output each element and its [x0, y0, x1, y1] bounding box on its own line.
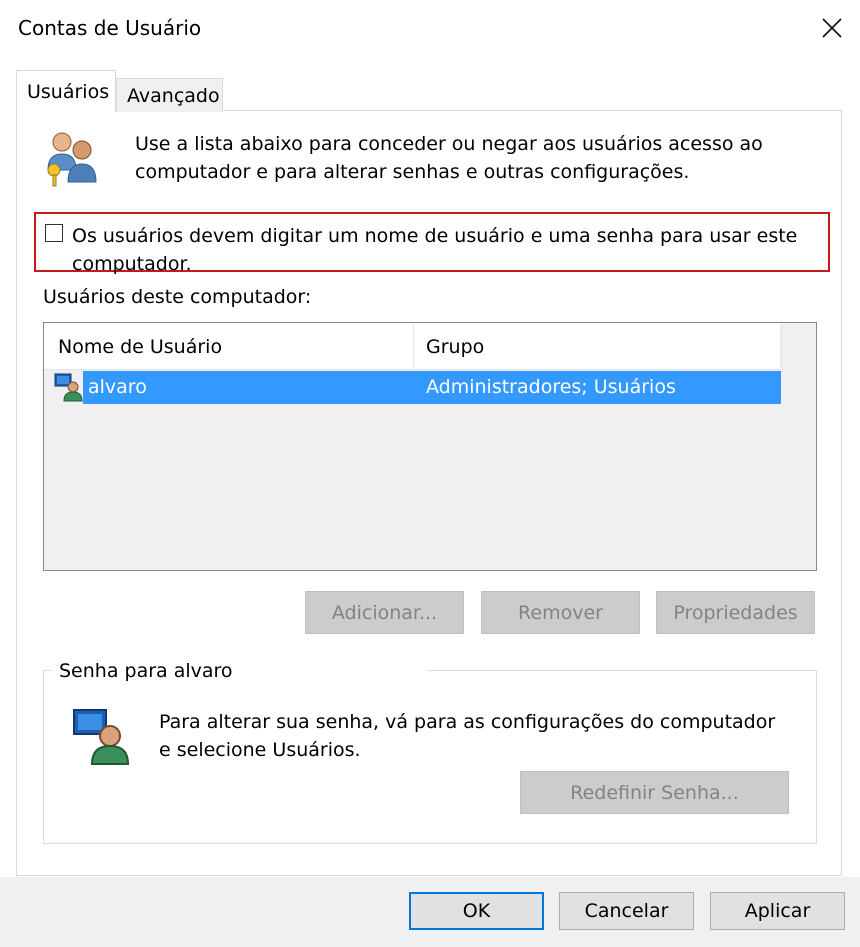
- intro-line-1: Use a lista abaixo para conceder ou nega…: [135, 133, 763, 155]
- column-separator[interactable]: [413, 324, 414, 368]
- require-login-checkbox[interactable]: [45, 224, 63, 242]
- user-monitor-icon: [54, 372, 84, 402]
- intro-line-2: computador e para alterar senhas e outra…: [135, 161, 690, 183]
- password-group-title: Senha para alvaro: [59, 660, 233, 682]
- cancel-button[interactable]: Cancelar: [559, 892, 694, 930]
- column-header-username[interactable]: Nome de Usuário: [58, 336, 222, 358]
- users-keys-icon: [40, 126, 102, 188]
- intro-text: Use a lista abaixo para conceder ou nega…: [135, 130, 763, 186]
- apply-button[interactable]: Aplicar: [710, 892, 845, 930]
- remove-user-button[interactable]: Remover: [481, 591, 640, 634]
- properties-button[interactable]: Propriedades: [656, 591, 815, 634]
- users-section-label: Usuários deste computador:: [43, 286, 312, 308]
- row-group: Administradores; Usuários: [426, 376, 676, 398]
- tab-avancado[interactable]: Avançado: [116, 78, 223, 112]
- user-monitor-icon: [72, 706, 132, 766]
- window-title: Contas de Usuário: [18, 16, 202, 40]
- close-icon[interactable]: [812, 8, 852, 48]
- tab-usuarios-label: Usuários: [27, 80, 110, 103]
- password-line-2: e selecione Usuários.: [159, 739, 361, 761]
- add-user-button[interactable]: Adicionar...: [305, 591, 464, 634]
- require-login-line-1: Os usuários devem digitar um nome de usu…: [72, 225, 798, 247]
- tab-usuarios[interactable]: Usuários: [16, 70, 116, 112]
- require-login-label[interactable]: Os usuários devem digitar um nome de usu…: [72, 222, 797, 278]
- ok-button[interactable]: OK: [409, 892, 544, 930]
- password-group-text: Para alterar sua senha, vá para as confi…: [159, 708, 775, 764]
- reset-password-button[interactable]: Redefinir Senha...: [520, 771, 789, 814]
- row-username: alvaro: [88, 376, 147, 398]
- column-header-group[interactable]: Grupo: [426, 336, 484, 358]
- column-separator[interactable]: [780, 324, 781, 368]
- tab-avancado-label: Avançado: [127, 84, 220, 107]
- require-login-line-2: computador.: [72, 253, 192, 275]
- password-line-1: Para alterar sua senha, vá para as confi…: [159, 711, 776, 733]
